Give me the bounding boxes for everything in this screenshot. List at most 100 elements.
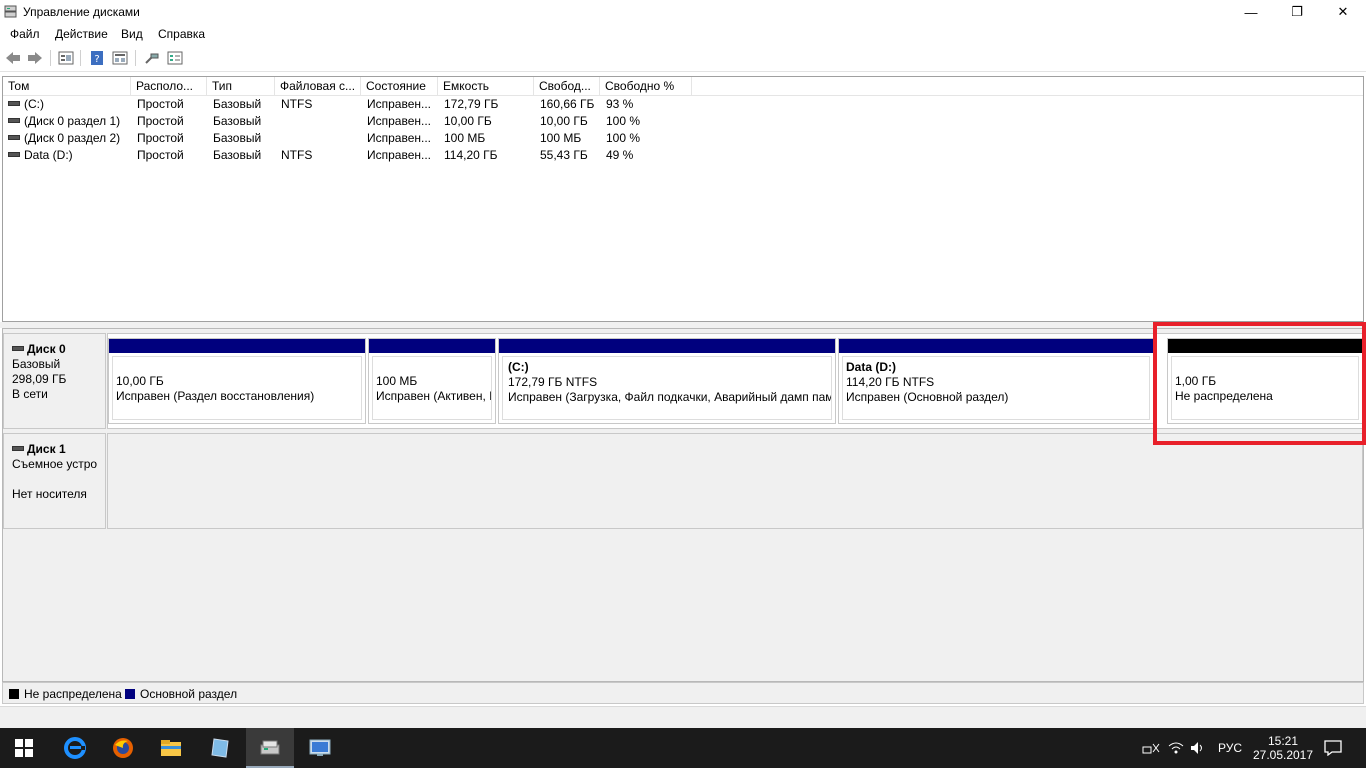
notifications-icon[interactable] [1324,728,1342,768]
partition-d[interactable]: Data (D:) 114,20 ГБ NTFS Исправен (Основ… [838,338,1154,424]
cell-status: Исправен... [367,148,432,162]
partition-c[interactable]: (C:) 172,79 ГБ NTFS Исправен (Загрузка, … [498,338,836,424]
cell-type: Базовый [213,148,262,162]
partition-name: Data (D:) [846,360,896,374]
properties-icon[interactable] [57,50,75,66]
disk-1-label[interactable]: Диск 1 Съемное устро Нет носителя [3,433,106,529]
highlight-box [1153,322,1366,445]
table-row[interactable]: (Диск 0 раздел 1) Простой Базовый Исправ… [3,113,1363,130]
cell-free-space: 100 МБ [540,131,582,145]
toolbar: ? [0,45,1366,72]
help-icon[interactable]: ? [88,50,106,66]
wifi-icon[interactable] [1168,728,1184,768]
disk-icon [12,346,24,352]
cell-status: Исправен... [367,97,432,111]
partition-status: Исправен (Загрузка, Файл подкачки, Авари… [508,390,832,404]
disk-name: Диск 0 [27,342,66,356]
edge-icon[interactable] [51,728,99,768]
cell-capacity: 10,00 ГБ [444,114,492,128]
partition-size: 114,20 ГБ NTFS [846,375,935,389]
column-header-volume[interactable]: Том [3,77,131,96]
menu-file[interactable]: Файл [10,27,40,41]
cell-type: Базовый [213,97,262,111]
remote-desktop-icon[interactable] [296,728,344,768]
partition-status: Исправен (Активен, I [376,389,492,403]
file-explorer-icon[interactable] [147,728,195,768]
maximize-button[interactable]: ❐ [1274,0,1320,24]
close-button[interactable]: ✕ [1320,0,1366,24]
cell-status: Исправен... [367,114,432,128]
disk-0-label[interactable]: Диск 0 Базовый 298,09 ГБ В сети [3,333,106,429]
minimize-button[interactable]: — [1228,0,1274,24]
notepad-icon[interactable] [197,728,245,768]
column-header-free-space[interactable]: Свобод... [534,77,600,96]
legend-swatch-primary [125,689,135,699]
column-header-filesystem[interactable]: Файловая с... [275,77,361,96]
partition-size: 172,79 ГБ NTFS [508,375,598,389]
cell-filesystem: NTFS [281,148,313,162]
cell-volume: (Диск 0 раздел 1) [3,113,131,130]
forward-icon[interactable] [26,50,44,66]
partition-status: Исправен (Основной раздел) [846,390,1009,404]
volume-icon[interactable] [1190,728,1206,768]
disk-row: Диск 1 Съемное устро Нет носителя [3,433,1363,529]
cell-free-space: 10,00 ГБ [540,114,588,128]
cell-layout: Простой [137,114,184,128]
table-row[interactable]: Data (D:) Простой Базовый NTFS Исправен.… [3,147,1363,164]
cell-free-space: 55,43 ГБ [540,148,588,162]
legend-label-unallocated: Не распределена [24,687,122,701]
disk-type: Базовый [12,357,61,371]
menu-help[interactable]: Справка [158,27,205,41]
settings-icon[interactable] [166,50,184,66]
table-row[interactable]: (Диск 0 раздел 2) Простой Базовый Исправ… [3,130,1363,147]
disk-status: В сети [12,387,48,401]
partition-name: (C:) [508,360,529,374]
back-icon[interactable] [4,50,22,66]
cell-volume: (C:) [3,96,131,113]
view-icon[interactable] [111,50,129,66]
cell-layout: Простой [137,131,184,145]
menu-action[interactable]: Действие [55,27,108,41]
menu-bar: Файл Действие Вид Справка [0,24,1366,44]
taskbar: РУС 15:21 27.05.2017 [0,728,1366,768]
toolbar-separator [135,50,136,66]
clock[interactable]: 15:21 27.05.2017 [1252,728,1314,768]
cell-percent-free: 49 % [606,148,634,162]
partition-color-bar [499,339,835,353]
disk-name: Диск 1 [27,442,66,456]
cell-capacity: 114,20 ГБ [444,148,498,162]
cell-volume: (Диск 0 раздел 2) [3,130,131,147]
column-header-capacity[interactable]: Емкость [438,77,534,96]
disk-management-icon[interactable] [246,728,294,768]
clock-time: 15:21 [1267,734,1299,748]
connect-icon[interactable] [143,50,161,66]
column-header-type[interactable]: Тип [207,77,275,96]
disk-management-app-icon [4,5,17,18]
column-header-status[interactable]: Состояние [361,77,438,96]
windows-start-icon[interactable] [0,728,48,768]
input-language[interactable]: РУС [1218,728,1242,768]
network-icon[interactable] [1142,728,1160,768]
partition-system-reserved[interactable]: 100 МБ Исправен (Активен, I [368,338,496,424]
partition-color-bar [369,339,495,353]
column-header-percent-free[interactable]: Свободно % [600,77,692,96]
partition-recovery[interactable]: 10,00 ГБ Исправен (Раздел восстановления… [108,338,366,424]
table-row[interactable]: (C:) Простой Базовый NTFS Исправен... 17… [3,96,1363,113]
legend-label-primary: Основной раздел [140,687,238,701]
status-bar [0,706,1366,728]
disk-type: Съемное устро [12,457,98,471]
cell-capacity: 172,79 ГБ [444,97,499,111]
volume-icon [8,152,20,158]
cell-type: Базовый [213,114,262,128]
volume-list: Том Располо... Тип Файловая с... Состоян… [2,76,1364,322]
firefox-icon[interactable] [99,728,147,768]
clock-date: 27.05.2017 [1252,748,1314,762]
cell-percent-free: 93 % [606,97,634,111]
partition-color-bar [839,339,1153,353]
partition-color-bar [109,339,365,353]
cell-type: Базовый [213,131,262,145]
partition-status: Исправен (Раздел восстановления) [116,389,315,403]
volume-icon [8,118,20,124]
menu-view[interactable]: Вид [121,27,143,41]
column-header-layout[interactable]: Располо... [131,77,207,96]
